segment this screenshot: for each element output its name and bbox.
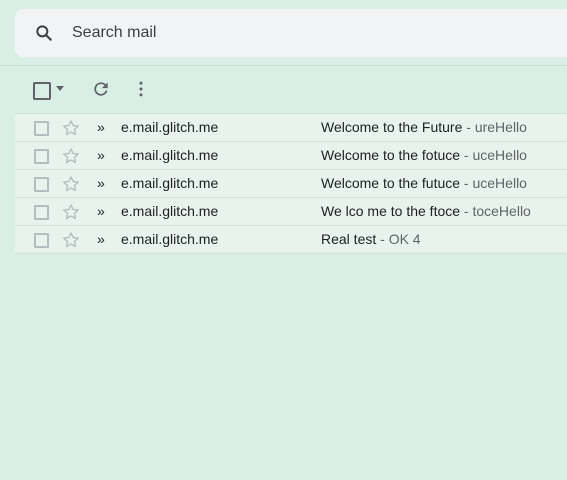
star-icon[interactable] bbox=[61, 146, 81, 166]
email-subject: Welcome to the fotuce bbox=[321, 147, 461, 163]
email-subject-line: We lco me to the ftoce - toceHello bbox=[321, 198, 531, 225]
email-sender: e.mail.glitch.me bbox=[121, 175, 219, 191]
row-checkbox[interactable] bbox=[34, 177, 49, 192]
email-row[interactable]: » e.mail.glitch.me We lco me to the ftoc… bbox=[15, 197, 567, 225]
row-checkbox[interactable] bbox=[34, 149, 49, 164]
email-sender: e.mail.glitch.me bbox=[121, 147, 219, 163]
importance-marker[interactable]: » bbox=[97, 198, 105, 225]
more-vert-icon[interactable] bbox=[131, 79, 151, 99]
email-subject-line: Welcome to the futuce - uceHello bbox=[321, 170, 527, 197]
mail-page: » e.mail.glitch.me Welcome to the Future… bbox=[0, 0, 567, 480]
search-bar[interactable] bbox=[15, 9, 567, 57]
row-checkbox[interactable] bbox=[34, 233, 49, 248]
email-snippet: - ureHello bbox=[462, 119, 527, 135]
email-subject: We lco me to the ftoce bbox=[321, 203, 461, 219]
email-sender: e.mail.glitch.me bbox=[121, 231, 219, 247]
star-icon[interactable] bbox=[61, 202, 81, 222]
importance-marker[interactable]: » bbox=[97, 114, 105, 141]
email-row[interactable]: » e.mail.glitch.me Real test - OK 4 bbox=[15, 225, 567, 254]
email-row[interactable]: » e.mail.glitch.me Welcome to the futuce… bbox=[15, 169, 567, 197]
email-row[interactable]: » e.mail.glitch.me Welcome to the Future… bbox=[15, 113, 567, 141]
importance-marker[interactable]: » bbox=[97, 226, 105, 253]
email-subject-line: Welcome to the Future - ureHello bbox=[321, 114, 527, 141]
importance-marker[interactable]: » bbox=[97, 170, 105, 197]
email-sender: e.mail.glitch.me bbox=[121, 203, 219, 219]
header bbox=[0, 0, 567, 66]
email-subject-line: Real test - OK 4 bbox=[321, 226, 421, 253]
search-icon[interactable] bbox=[34, 23, 54, 43]
email-snippet: - uceHello bbox=[460, 147, 527, 163]
search-input[interactable] bbox=[72, 21, 522, 45]
caret-down-icon[interactable] bbox=[56, 86, 64, 91]
email-list: » e.mail.glitch.me Welcome to the Future… bbox=[15, 113, 567, 254]
star-icon[interactable] bbox=[61, 230, 81, 250]
email-row[interactable]: » e.mail.glitch.me Welcome to the fotuce… bbox=[15, 141, 567, 169]
email-subject: Real test bbox=[321, 231, 377, 247]
importance-marker[interactable]: » bbox=[97, 142, 105, 169]
star-icon[interactable] bbox=[61, 174, 81, 194]
email-snippet: - toceHello bbox=[460, 203, 531, 219]
refresh-icon[interactable] bbox=[91, 79, 111, 99]
row-checkbox[interactable] bbox=[34, 205, 49, 220]
email-snippet: - OK 4 bbox=[376, 231, 421, 247]
email-subject: Welcome to the Future bbox=[321, 119, 463, 135]
email-subject-line: Welcome to the fotuce - uceHello bbox=[321, 142, 527, 169]
email-snippet: - uceHello bbox=[460, 175, 527, 191]
row-checkbox[interactable] bbox=[34, 121, 49, 136]
mail-toolbar bbox=[0, 66, 567, 112]
star-icon[interactable] bbox=[61, 118, 81, 138]
select-all-checkbox[interactable] bbox=[33, 82, 51, 100]
email-subject: Welcome to the futuce bbox=[321, 175, 461, 191]
email-sender: e.mail.glitch.me bbox=[121, 119, 219, 135]
